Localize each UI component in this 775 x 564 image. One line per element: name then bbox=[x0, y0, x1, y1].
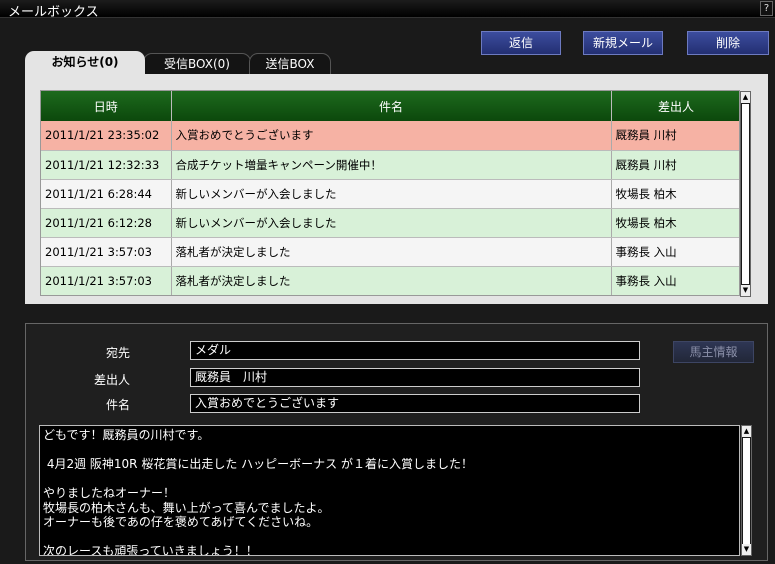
column-header-subject[interactable]: 件名 bbox=[171, 91, 612, 121]
row-date: 2011/1/21 6:12:28 bbox=[41, 208, 172, 238]
row-sender: 牧場長 柏木 bbox=[611, 179, 739, 209]
row-sender: 牧場長 柏木 bbox=[611, 208, 739, 238]
column-header-sender[interactable]: 差出人 bbox=[611, 91, 739, 121]
column-header-date[interactable]: 日時 bbox=[41, 91, 172, 121]
from-field: 厩務員 川村 bbox=[190, 368, 640, 387]
window-title: メールボックス bbox=[8, 5, 99, 20]
table-row[interactable]: 2011/1/21 3:57:03 落札者が決定しました 事務長 入山 bbox=[41, 266, 739, 295]
row-subject: 新しいメンバーが入会しました bbox=[171, 179, 612, 209]
row-date: 2011/1/21 6:28:44 bbox=[41, 179, 172, 209]
row-sender: 厩務員 川村 bbox=[611, 150, 739, 180]
tab-notices[interactable]: お知らせ(0) bbox=[25, 51, 145, 75]
scrollbar-thumb[interactable] bbox=[742, 104, 749, 284]
list-scrollbar[interactable]: ▲ ▼ bbox=[740, 91, 751, 297]
row-date: 2011/1/21 12:32:33 bbox=[41, 150, 172, 180]
new-mail-button[interactable]: 新規メール bbox=[583, 31, 663, 55]
to-field: メダル bbox=[190, 341, 640, 360]
from-label: 差出人 bbox=[93, 373, 130, 387]
row-sender: 事務長 入山 bbox=[611, 237, 739, 267]
tab-inbox[interactable]: 受信BOX(0) bbox=[143, 53, 251, 74]
row-date: 2011/1/21 23:35:02 bbox=[41, 121, 172, 151]
table-row[interactable]: 2011/1/21 6:12:28 新しいメンバーが入会しました 牧場長 柏木 bbox=[41, 208, 739, 238]
to-label: 宛先 bbox=[105, 346, 130, 360]
row-date: 2011/1/21 3:57:03 bbox=[41, 237, 172, 267]
row-subject: 落札者が決定しました bbox=[171, 266, 612, 295]
owner-info-button[interactable]: 馬主情報 bbox=[673, 341, 754, 363]
message-list-panel: 日時 件名 差出人 2011/1/21 23:35:02 入賞おめでとうございま… bbox=[25, 74, 768, 304]
reply-button[interactable]: 返信 bbox=[481, 31, 561, 55]
body-scrollbar[interactable]: ▲ ▼ bbox=[741, 425, 752, 556]
scroll-up-icon[interactable]: ▲ bbox=[742, 426, 751, 437]
table-row[interactable]: 2011/1/21 3:57:03 落札者が決定しました 事務長 入山 bbox=[41, 237, 739, 267]
scroll-down-icon[interactable]: ▼ bbox=[742, 544, 751, 555]
row-date: 2011/1/21 3:57:03 bbox=[41, 266, 172, 295]
scrollbar-thumb[interactable] bbox=[743, 438, 750, 544]
help-button[interactable]: ? bbox=[760, 1, 773, 16]
message-table: 日時 件名 差出人 2011/1/21 23:35:02 入賞おめでとうございま… bbox=[41, 91, 739, 295]
row-subject: 合成チケット増量キャンペーン開催中！ bbox=[171, 150, 612, 180]
tab-sent[interactable]: 送信BOX bbox=[249, 53, 331, 74]
table-row[interactable]: 2011/1/21 23:35:02 入賞おめでとうございます 厩務員 川村 bbox=[41, 121, 739, 151]
scroll-down-icon[interactable]: ▼ bbox=[741, 285, 750, 296]
row-subject: 落札者が決定しました bbox=[171, 237, 612, 267]
table-row[interactable]: 2011/1/21 6:28:44 新しいメンバーが入会しました 牧場長 柏木 bbox=[41, 179, 739, 209]
row-subject: 新しいメンバーが入会しました bbox=[171, 208, 612, 238]
row-subject: 入賞おめでとうございます bbox=[171, 121, 612, 151]
delete-button[interactable]: 削除 bbox=[687, 31, 769, 55]
subject-label: 件名 bbox=[105, 398, 130, 412]
row-sender: 事務長 入山 bbox=[611, 266, 739, 295]
scroll-up-icon[interactable]: ▲ bbox=[741, 92, 750, 103]
row-sender: 厩務員 川村 bbox=[611, 121, 739, 151]
table-row[interactable]: 2011/1/21 12:32:33 合成チケット増量キャンペーン開催中！ 厩務… bbox=[41, 150, 739, 180]
table-header: 日時 件名 差出人 bbox=[41, 91, 739, 121]
message-list: 日時 件名 差出人 2011/1/21 23:35:02 入賞おめでとうございま… bbox=[40, 90, 740, 296]
title-bar: メールボックス ? bbox=[0, 0, 775, 20]
message-body[interactable]: どもです！厩務員の川村です。 4月2週 阪神10R 桜花賞に出走した ハッピーボ… bbox=[39, 425, 740, 556]
subject-field: 入賞おめでとうございます bbox=[190, 394, 640, 413]
